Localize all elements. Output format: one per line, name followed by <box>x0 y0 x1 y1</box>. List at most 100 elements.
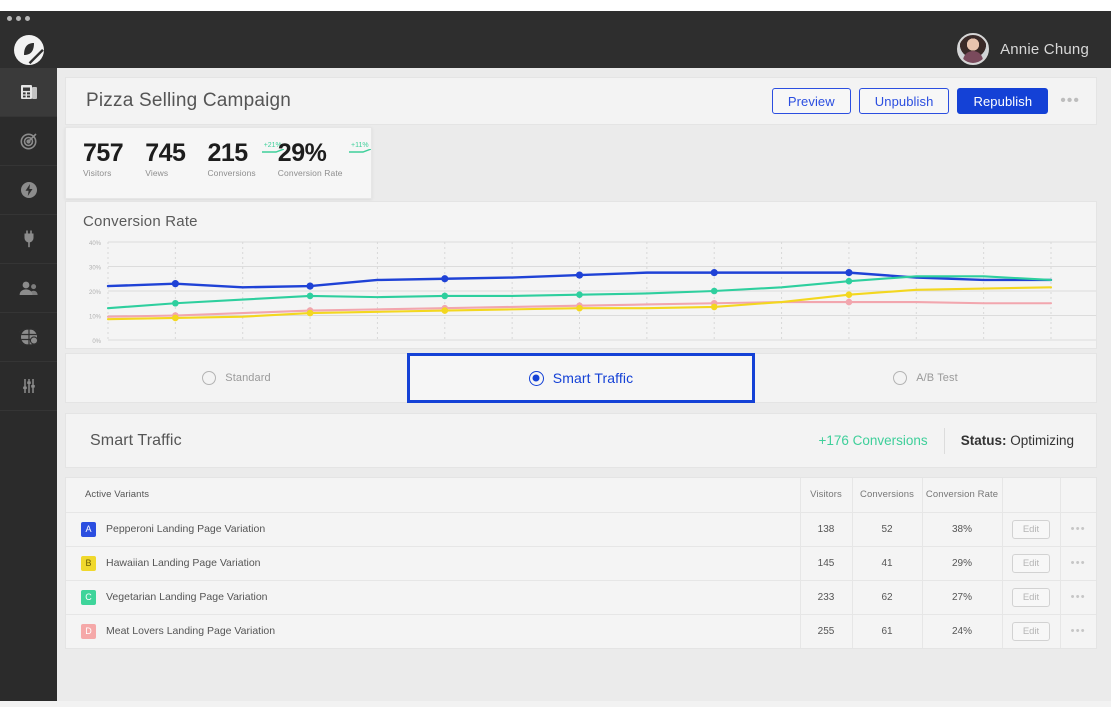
conversion-rate-cell: 38% <box>922 512 1003 547</box>
radio-icon <box>893 371 908 385</box>
conversion-rate-cell: 27% <box>922 580 1003 615</box>
stat-label: Visitors <box>83 168 112 178</box>
stat-views: 745 Views <box>145 139 186 178</box>
visitors-cell: 233 <box>800 580 853 615</box>
chart-data-point <box>441 275 449 283</box>
republish-button[interactable]: Republish <box>957 88 1049 114</box>
unpublish-button[interactable]: Unpublish <box>858 88 950 114</box>
stat-value: 745 <box>145 139 186 167</box>
status-prefix: Status: <box>960 433 1007 448</box>
line-chart: 0% 10% 20% 30% 40% <box>89 241 1096 345</box>
sidebar-item-settings[interactable] <box>0 362 57 411</box>
stat-value: 29% <box>277 139 327 167</box>
sidebar-item-pages[interactable] <box>0 68 57 117</box>
conversion-rate-cell: 29% <box>922 546 1003 581</box>
sidebar-item-automation[interactable] <box>0 166 57 215</box>
smart-traffic-status: Smart Traffic +176 Conversions Status: O… <box>65 413 1097 468</box>
variant-badge: B <box>81 555 96 571</box>
window-controls[interactable] <box>7 16 30 21</box>
chart-data-point <box>576 304 583 312</box>
table-row[interactable]: D Meat Lovers Landing Page Variation 255 61… <box>66 614 1096 648</box>
col-more <box>1060 478 1096 513</box>
sidebar-item-integrations[interactable] <box>0 215 57 264</box>
edit-button[interactable]: Edit <box>1012 587 1050 607</box>
status-title: Smart Traffic <box>90 431 182 449</box>
conversions-cell: 61 <box>852 614 923 648</box>
table-row[interactable]: C Vegetarian Landing Page Variation 233 62 2… <box>66 580 1096 615</box>
status-badge: Status: Optimizing <box>945 433 1074 448</box>
edit-button[interactable]: Edit <box>1012 519 1050 539</box>
visitors-cell: 138 <box>800 512 853 547</box>
variant-badge: D <box>81 623 96 639</box>
mode-label: Smart Traffic <box>552 370 634 386</box>
chart-data-point <box>845 298 853 306</box>
col-visitors: Visitors <box>800 478 853 513</box>
chart-data-point <box>710 287 718 295</box>
chart-data-point <box>710 303 718 311</box>
col-active-variants: Active Variants <box>66 478 801 513</box>
variant-label: Vegetarian Landing Page Variation <box>106 591 268 603</box>
chart-data-point <box>576 291 583 298</box>
chart-data-point <box>845 277 853 285</box>
mode-ab-test[interactable]: A/B Test <box>755 354 1096 402</box>
row-kebab-menu-icon[interactable]: ••• <box>1071 557 1086 569</box>
window-dot <box>16 16 21 21</box>
variants-table-card: Active Variants Visitors Conversions Con… <box>65 477 1097 649</box>
user-menu[interactable]: Annie Chung <box>957 33 1089 65</box>
stats-card: 757 Visitors 745 Views 215 Conversions +… <box>65 127 372 199</box>
chart-data-point <box>171 280 179 288</box>
y-axis-tick-label: 40% <box>89 241 102 247</box>
mode-standard[interactable]: Standard <box>66 354 407 402</box>
chart-data-point <box>845 291 853 298</box>
edit-button[interactable]: Edit <box>1012 553 1050 573</box>
main-content: Pizza Selling Campaign Preview Unpublish… <box>57 68 1111 701</box>
row-kebab-menu-icon[interactable]: ••• <box>1071 591 1086 603</box>
mode-label: A/B Test <box>916 372 958 384</box>
table-body: A Pepperoni Landing Page Variation 138 52 38… <box>66 512 1096 648</box>
mode-label: Standard <box>225 372 271 384</box>
kebab-menu-icon[interactable]: ••• <box>1056 93 1084 109</box>
traffic-mode-selector: Standard Smart Traffic A/B Test <box>65 353 1097 403</box>
chart-data-point <box>845 269 853 277</box>
chart-data-point <box>441 307 449 314</box>
ecliptic-logo-icon[interactable] <box>12 33 46 67</box>
stat-conversions: 215 Conversions +21% <box>207 140 284 178</box>
avatar <box>957 33 990 65</box>
row-kebab-menu-icon[interactable]: ••• <box>1071 625 1086 637</box>
variant-name-cell: A Pepperoni Landing Page Variation <box>66 512 801 547</box>
preview-button[interactable]: Preview <box>771 88 851 114</box>
stat-label: Views <box>145 168 169 178</box>
row-kebab-menu-icon[interactable]: ••• <box>1071 523 1086 535</box>
radio-icon-selected <box>528 370 544 386</box>
conversions-cell: 62 <box>852 580 923 615</box>
stats-region: 757 Visitors 745 Views 215 Conversions +… <box>65 125 1097 199</box>
radio-icon <box>202 371 217 385</box>
page-title: Pizza Selling Campaign <box>86 90 292 111</box>
table-row[interactable]: B Hawaiian Landing Page Variation 145 41 29%… <box>66 546 1096 581</box>
chart-data-point <box>172 314 179 322</box>
sidebar-item-audience[interactable] <box>0 264 57 313</box>
sliders-icon <box>19 376 39 396</box>
application-window: Annie Chung Pizza Selling Campaign Previ… <box>0 11 1111 701</box>
mode-smart-traffic[interactable]: Smart Traffic <box>407 353 755 403</box>
stat-visitors: 757 Visitors <box>83 140 124 178</box>
edit-button[interactable]: Edit <box>1012 621 1050 641</box>
table-row[interactable]: A Pepperoni Landing Page Variation 138 52 38… <box>66 512 1096 547</box>
visitors-cell: 145 <box>800 546 853 581</box>
y-axis-tick-label: 30% <box>89 266 102 272</box>
sidebar-item-domains[interactable] <box>0 313 57 362</box>
window-chrome-top <box>0 0 1111 11</box>
chart-data-point <box>306 282 314 290</box>
chart-data-point <box>575 271 584 279</box>
chart-data-point <box>306 309 314 317</box>
col-edit <box>1002 478 1061 513</box>
y-axis-tick-label: 10% <box>89 315 102 321</box>
conversions-delta: +176 Conversions <box>818 433 928 448</box>
sidebar-item-goals[interactable] <box>0 117 57 166</box>
header-actions: Preview Unpublish Republish ••• <box>771 88 1084 114</box>
stat-label: Conversion Rate <box>277 168 343 178</box>
stat-conversion-rate: 29% Conversion Rate +11% <box>277 139 371 178</box>
variant-name-cell: C Vegetarian Landing Page Variation <box>66 580 801 615</box>
lightning-bolt-icon <box>19 180 39 200</box>
variant-badge: C <box>81 589 96 605</box>
